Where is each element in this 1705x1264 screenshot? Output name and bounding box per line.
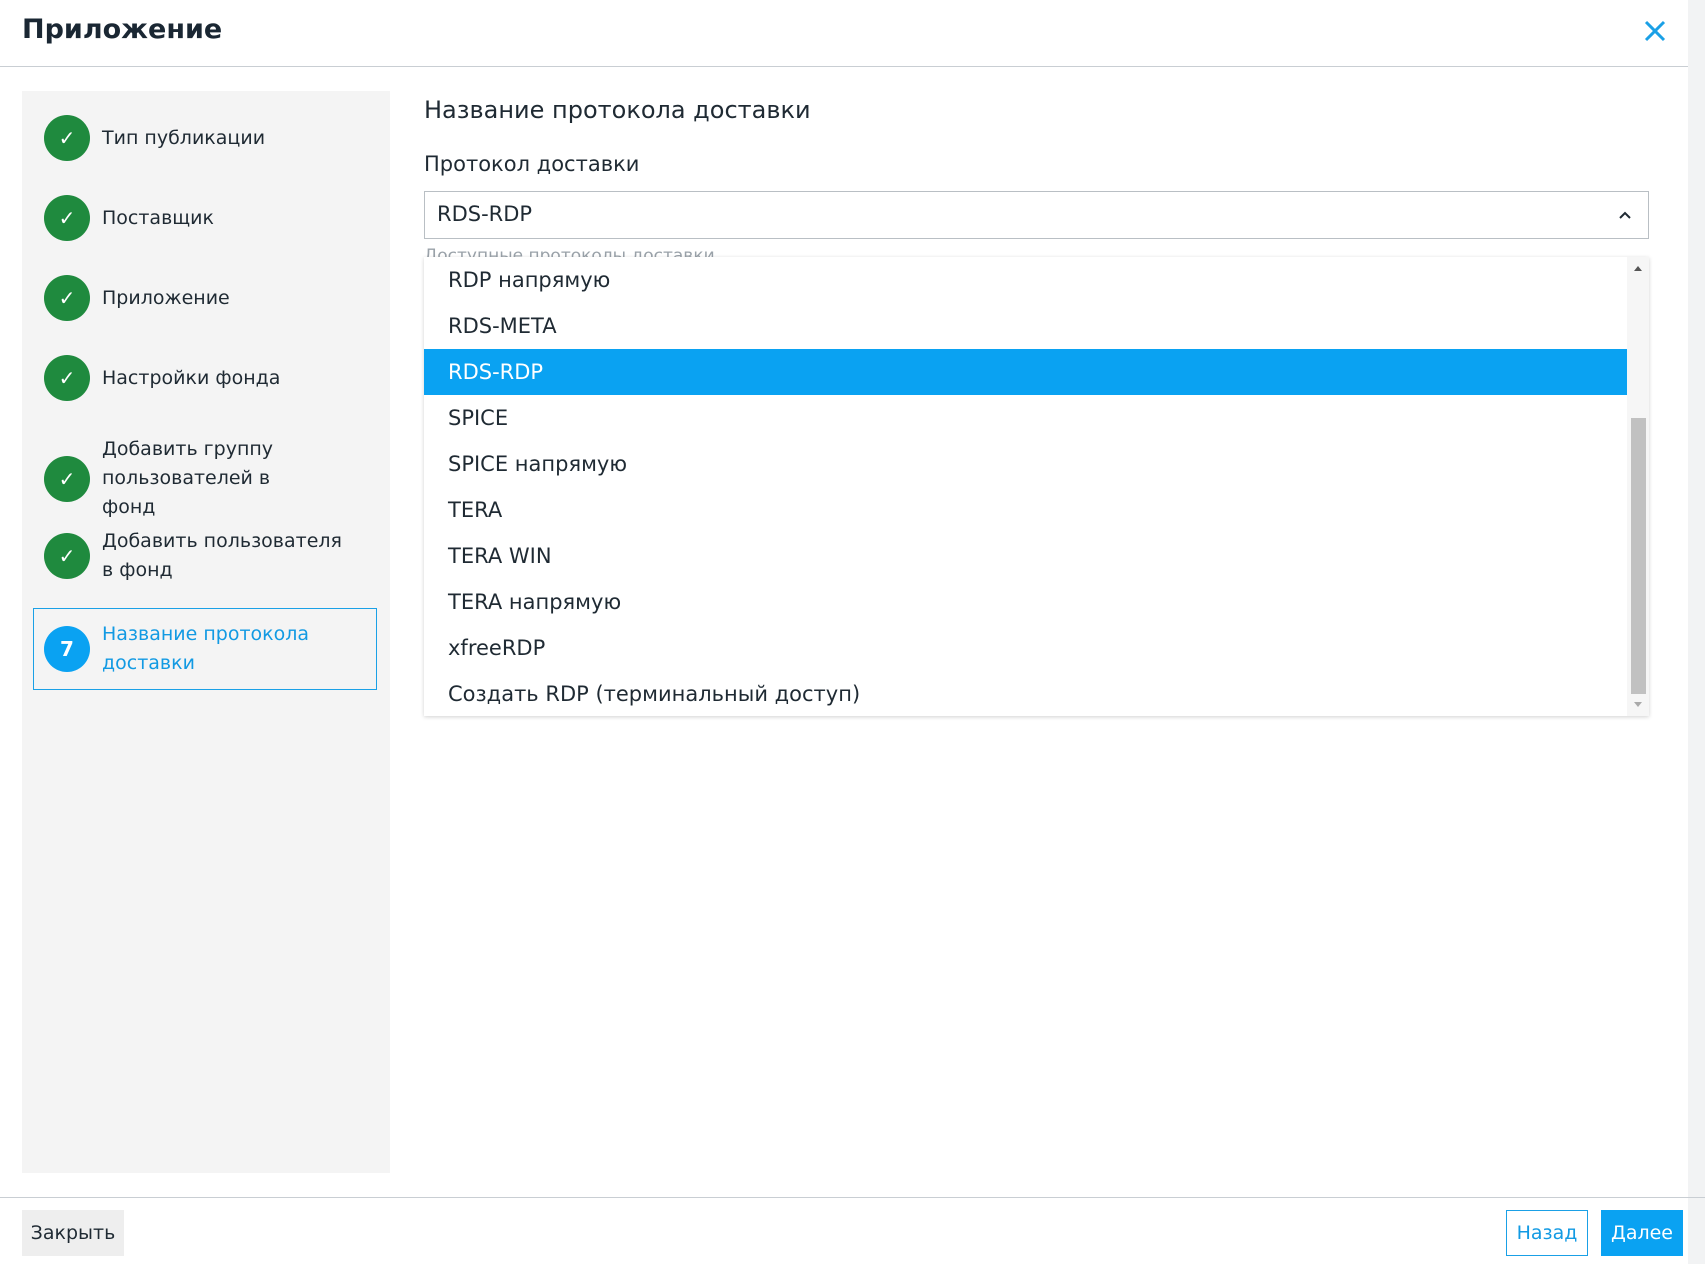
option-spice-direct[interactable]: SPICE напрямую [424,441,1627,487]
option-spice[interactable]: SPICE [424,395,1627,441]
dialog-footer: Закрыть Назад Далее [0,1197,1705,1264]
close-button[interactable]: Закрыть [22,1210,124,1256]
step-label: Добавить группу пользователей в фонд [102,438,274,518]
option-create-rdp[interactable]: Создать RDP (терминальный доступ) [424,671,1627,716]
step-application[interactable]: ✓ Приложение [44,275,364,321]
select-value: RDS-RDP [437,202,533,226]
dropdown-scrollbar[interactable] [1627,257,1649,716]
check-icon: ✓ [44,533,90,579]
scroll-thumb[interactable] [1631,418,1646,694]
step-label: Поставщик [102,206,214,229]
dropdown-list: RDP напрямую RDS-META RDS-RDP SPICE SPIC… [424,257,1649,716]
step-label: Приложение [102,286,230,309]
step-delivery-protocol-name[interactable]: 7 Название протокола доставки [33,608,377,690]
dialog-header: Приложение [0,0,1705,67]
step-label: Тип публикации [102,126,266,149]
step-publication-type[interactable]: ✓ Тип публикации [44,115,364,161]
step-label: Настройки фонда [102,366,281,389]
section-title: Название протокола доставки [424,96,811,124]
option-rds-rdp[interactable]: RDS-RDP [424,349,1627,395]
option-rds-meta[interactable]: RDS-META [424,303,1627,349]
chevron-up-icon [1619,211,1631,219]
next-button[interactable]: Далее [1601,1210,1683,1256]
option-rdp-direct[interactable]: RDP напрямую [424,257,1627,303]
option-xfreerdp[interactable]: xfreeRDP [424,625,1627,671]
delivery-protocol-select[interactable]: RDS-RDP [424,191,1649,239]
step-provider[interactable]: ✓ Поставщик [44,195,364,241]
step-add-user-group[interactable]: ✓ Добавить группу пользователей в фонд [44,435,324,522]
scroll-up-icon[interactable] [1633,263,1643,273]
dialog-title: Приложение [22,14,223,45]
field-hint: Доступные протоколы доставки [424,246,715,258]
check-icon: ✓ [44,275,90,321]
option-tera-win[interactable]: TERA WIN [424,533,1627,579]
option-tera[interactable]: TERA [424,487,1627,533]
back-button[interactable]: Назад [1506,1210,1588,1256]
application-dialog: Приложение ✓ Тип публикации ✓ Поставщик … [0,0,1705,1264]
check-icon: ✓ [44,455,90,502]
field-label: Протокол доставки [424,152,640,176]
step-add-user[interactable]: ✓ Добавить пользователя в фонд [44,527,354,585]
option-tera-direct[interactable]: TERA напрямую [424,579,1627,625]
step-number: 7 [44,626,90,672]
check-icon: ✓ [44,195,90,241]
step-label: Добавить пользователя в фонд [102,530,342,581]
window-edge [1688,0,1705,1264]
step-label: Название протокола доставки [102,623,310,674]
close-icon[interactable] [1640,16,1670,46]
wizard-steps: ✓ Тип публикации ✓ Поставщик ✓ Приложени… [22,91,390,1173]
step-pool-settings[interactable]: ✓ Настройки фонда [44,355,364,401]
check-icon: ✓ [44,355,90,401]
scroll-down-icon[interactable] [1633,700,1643,710]
check-icon: ✓ [44,115,90,161]
